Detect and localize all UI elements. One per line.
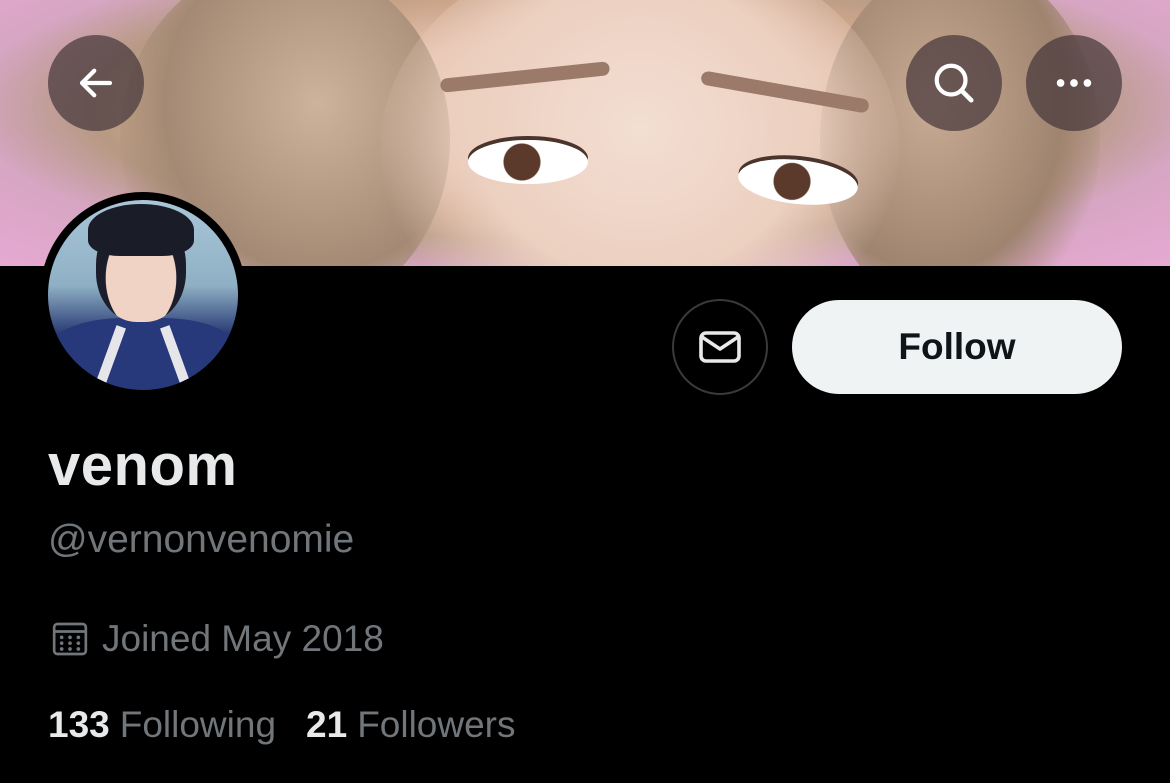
arrow-left-icon (79, 68, 113, 98)
more-horizontal-icon (1056, 79, 1092, 87)
join-date-label: Joined May 2018 (102, 618, 384, 659)
following-link[interactable]: 133 Following (48, 704, 276, 746)
back-button[interactable] (48, 35, 144, 131)
followers-label: Followers (357, 704, 516, 745)
more-options-button[interactable] (1026, 35, 1122, 131)
calendar-icon (52, 622, 88, 656)
message-button[interactable] (672, 299, 768, 395)
search-icon (934, 63, 974, 103)
follow-button[interactable]: Follow (792, 300, 1122, 394)
avatar[interactable] (48, 200, 238, 390)
following-label: Following (119, 704, 277, 745)
display-name: venom (48, 433, 238, 498)
banner-face (380, 0, 900, 266)
banner-eye-left (468, 140, 588, 184)
avatar-frame[interactable] (40, 192, 246, 398)
followers-link[interactable]: 21 Followers (306, 704, 515, 746)
search-button[interactable] (906, 35, 1002, 131)
following-count: 133 (48, 704, 110, 745)
envelope-icon (699, 331, 741, 363)
avatar-hair (88, 204, 194, 256)
followers-count: 21 (306, 704, 348, 745)
avatar-jacket (48, 318, 238, 390)
user-handle: @vernonvenomie (48, 518, 355, 561)
join-date: Joined May 2018 (50, 618, 384, 660)
profile-stats: 133 Following 21 Followers (48, 704, 546, 746)
